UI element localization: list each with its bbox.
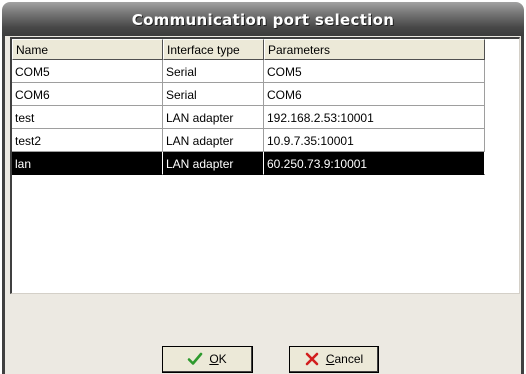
column-header-name[interactable]: Name	[12, 39, 163, 60]
column-header-parameters[interactable]: Parameters	[264, 39, 485, 60]
cell-parameters: 10.9.7.35:10001	[264, 129, 485, 152]
red-x-icon	[304, 351, 320, 367]
table-row[interactable]: lan LAN adapter 60.250.73.9:10001	[12, 152, 485, 175]
table-row[interactable]: test LAN adapter 192.168.2.53:10001	[12, 106, 485, 129]
cell-parameters: 60.250.73.9:10001	[264, 152, 485, 175]
button-bar: OK Cancel	[2, 302, 524, 374]
cell-name: lan	[12, 152, 163, 175]
cell-parameters: COM6	[264, 83, 485, 106]
cell-name: COM5	[12, 60, 163, 83]
window-title: Communication port selection	[131, 11, 395, 29]
checkmark-icon	[187, 351, 203, 367]
cell-parameters: 192.168.2.53:10001	[264, 106, 485, 129]
port-selection-dialog: Communication port selection Name Interf…	[2, 2, 524, 374]
cell-interface-type: LAN adapter	[163, 106, 264, 129]
cell-parameters: COM5	[264, 60, 485, 83]
list-header: Name Interface type Parameters	[12, 39, 485, 60]
table-row[interactable]: test2 LAN adapter 10.9.7.35:10001	[12, 129, 485, 152]
cell-name: test2	[12, 129, 163, 152]
list-rows: COM5 Serial COM5 COM6 Serial COM6 test LAN adap…	[12, 60, 485, 175]
cancel-button[interactable]: Cancel	[289, 346, 379, 373]
cell-interface-type: LAN adapter	[163, 129, 264, 152]
ok-label: OK	[209, 352, 227, 366]
ok-button[interactable]: OK	[162, 346, 253, 373]
cell-interface-type: Serial	[163, 60, 264, 83]
cell-interface-type: LAN adapter	[163, 152, 264, 175]
title-bar[interactable]: Communication port selection	[2, 2, 524, 36]
cancel-label: Cancel	[325, 352, 364, 366]
cell-name: COM6	[12, 83, 163, 106]
table-row[interactable]: COM5 Serial COM5	[12, 60, 485, 83]
cell-name: test	[12, 106, 163, 129]
cell-interface-type: Serial	[163, 83, 264, 106]
column-header-interface-type[interactable]: Interface type	[163, 39, 264, 60]
table-row[interactable]: COM6 Serial COM6	[12, 83, 485, 106]
port-list[interactable]: Name Interface type Parameters COM5 Seria…	[10, 37, 520, 294]
